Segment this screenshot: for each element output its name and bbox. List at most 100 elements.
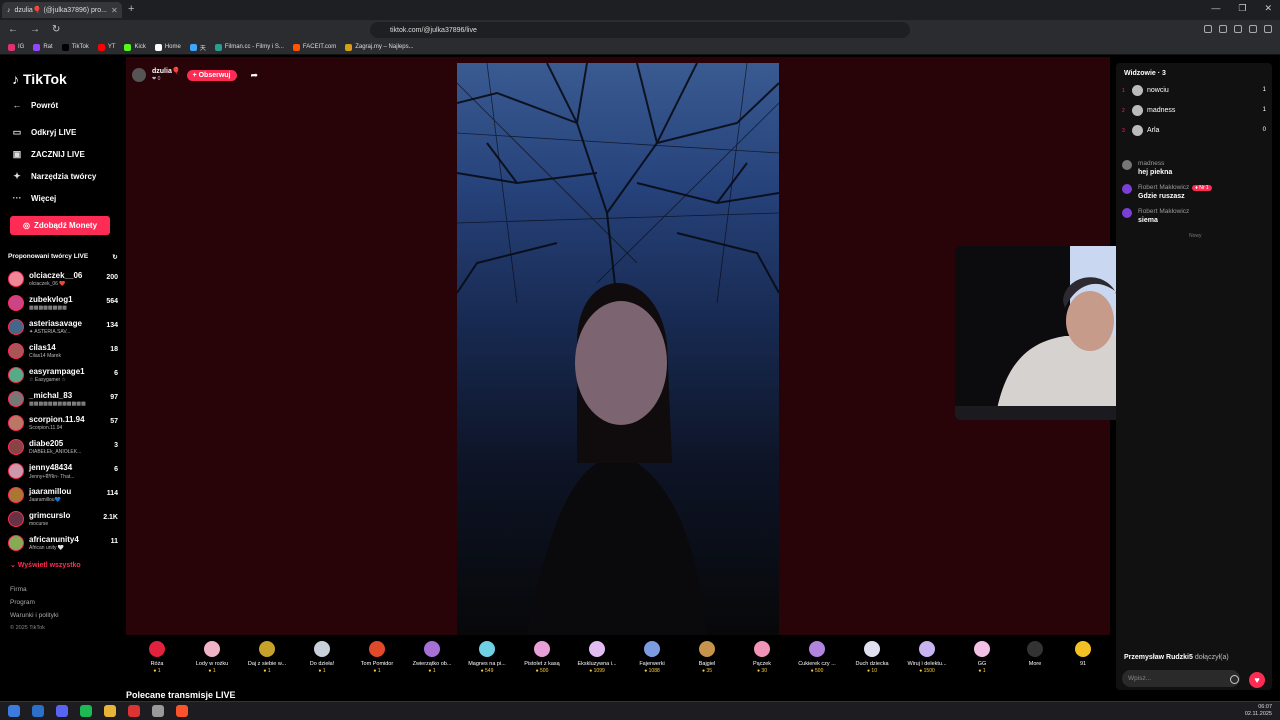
rank-badge: ♦ Nr 1	[1192, 185, 1212, 191]
gift-item[interactable]: Róża ● 1	[134, 641, 180, 674]
extension-icon[interactable]	[1234, 25, 1242, 33]
suggested-creator[interactable]: scorpion.11.94 Scorpion.11.94 57	[8, 413, 118, 433]
gift-item[interactable]: Cukierek czy ... ● 500	[794, 641, 840, 674]
sidebar-item-discover-live[interactable]: ▭ Odkryj LIVE	[12, 127, 77, 137]
app-icon[interactable]	[32, 705, 44, 717]
creator-name: grimcurslo	[29, 511, 71, 520]
gift-item[interactable]: Bajgiel ● 35	[684, 641, 730, 674]
bookmark-item[interactable]: Kick	[124, 43, 146, 51]
suggested-creator[interactable]: africanunity4 African unity 🤍 11	[8, 533, 118, 553]
gift-item[interactable]: Duch dziecka ● 10	[849, 641, 895, 674]
creator-name: diabe205	[29, 439, 64, 448]
forward-arrow-icon[interactable]: →	[30, 24, 40, 35]
bookmark-favicon-icon	[189, 43, 197, 51]
browser-tab[interactable]: ♪ dzulia🎈 (@julka37896) pro... ✕	[2, 2, 122, 18]
emoji-icon[interactable]	[1230, 675, 1239, 684]
system-clock[interactable]: 06:07 02.11.2025	[1245, 704, 1272, 718]
viewer-row[interactable]: 3 Arla 0	[1122, 125, 1268, 141]
like-heart-button[interactable]: ♥	[1249, 672, 1265, 688]
bookmark-item[interactable]: IG	[8, 43, 24, 51]
suggested-creator[interactable]: jenny48434 Jenny+จีกิจิก- That... 6	[8, 461, 118, 481]
gift-item[interactable]: Pistolet z kasą ● 500	[519, 641, 565, 674]
more-gifts-button[interactable]: More	[1012, 641, 1058, 667]
suggested-creator[interactable]: zubekvlog1 ▩▩▩▩▩▩▩▩ 564	[8, 293, 118, 313]
minimize-icon[interactable]: —	[1211, 3, 1220, 14]
suggested-creator[interactable]: diabe205 DIABEŁEk_ANIOŁEK... 3	[8, 437, 118, 457]
bookmark-item[interactable]: TikTok	[61, 43, 89, 51]
bookmark-item[interactable]: Home	[154, 43, 181, 51]
coin-balance[interactable]: 91	[1060, 641, 1106, 667]
viewer-count: 1	[1262, 87, 1266, 93]
viewer-row[interactable]: 2 madness 1	[1122, 105, 1268, 121]
footer-link-company[interactable]: Firma	[10, 586, 27, 593]
tiktok-logo[interactable]: ♪ TikTok	[12, 71, 67, 87]
close-tab-icon[interactable]: ✕	[111, 6, 118, 15]
brave-icon[interactable]	[176, 705, 188, 717]
gift-item[interactable]: Wiruj i delektu... ● 1500	[904, 641, 950, 674]
gift-item[interactable]: Tom Pomidor ● 1	[354, 641, 400, 674]
suggested-creator[interactable]: jaaramillou Jaaramillou💙 114	[8, 485, 118, 505]
back-arrow-icon[interactable]: ←	[8, 24, 18, 35]
creator-avatar	[8, 391, 24, 407]
chrome-icon[interactable]	[104, 705, 116, 717]
gift-item[interactable]: Lody w rożku ● 1	[189, 641, 235, 674]
app-icon[interactable]	[152, 705, 164, 717]
extension-icon[interactable]	[1249, 25, 1257, 33]
footer-link-terms[interactable]: Warunki i polityki	[10, 612, 59, 619]
gift-item[interactable]: Magnes na pi... ● 549	[464, 641, 510, 674]
streamer-name[interactable]: dzulia🎈	[152, 68, 181, 76]
maximize-icon[interactable]: ❐	[1238, 3, 1246, 14]
app-icon[interactable]	[128, 705, 140, 717]
close-window-icon[interactable]: ✕	[1264, 3, 1272, 14]
new-tab-icon[interactable]: +	[128, 3, 134, 15]
gift-item[interactable]: Pączek ● 30	[739, 641, 785, 674]
suggested-creator[interactable]: _michal_83 ▩▩▩▩▩▩▩▩▩▩▩▩ 97	[8, 389, 118, 409]
gift-item[interactable]: Daj z siebie w... ● 1	[244, 641, 290, 674]
reload-icon[interactable]: ↻	[52, 24, 60, 35]
windows-start-icon[interactable]	[8, 705, 20, 717]
bookmark-item[interactable]: Zagraj.my – Najleps...	[345, 43, 414, 51]
bookmark-favicon-icon	[214, 43, 222, 51]
sidebar-item-creator-tools[interactable]: ✦ Narzędzia twórcy	[12, 171, 96, 181]
url-field[interactable]: tiktok.com/@julka37896/live	[370, 22, 910, 38]
suggested-creator[interactable]: grimcurslo mocurse 2.1K	[8, 509, 118, 529]
gift-item[interactable]: Zwierzątko ob... ● 1	[409, 641, 455, 674]
footer-link-program[interactable]: Program	[10, 599, 35, 606]
suggested-creator[interactable]: asteriasavage ✦ ASTERIA.SAV... 134	[8, 317, 118, 337]
spotify-icon[interactable]	[80, 705, 92, 717]
discord-icon[interactable]	[56, 705, 68, 717]
creator-avatar	[8, 439, 24, 455]
back-link[interactable]: ← Powrót	[12, 100, 59, 110]
follow-button[interactable]: + Obserwuj	[186, 69, 237, 81]
bookmark-item[interactable]: FACEIT.com	[292, 43, 336, 51]
streamer-avatar[interactable]	[132, 68, 146, 82]
gift-item[interactable]: Ekskluzywna i... ● 1099	[574, 641, 620, 674]
get-coins-button[interactable]: ◎ Zdobądź Monety	[10, 216, 110, 235]
bookmark-item[interactable]: 天	[189, 43, 206, 52]
share-icon[interactable]: ➦	[251, 70, 259, 81]
sidebar-item-go-live[interactable]: ▣ ZACZNIJ LIVE	[12, 149, 85, 159]
bookmark-item[interactable]: Rat	[33, 43, 53, 51]
suggested-creator[interactable]: cilas14 Cilas14 Marek 18	[8, 341, 118, 361]
chat-input[interactable]: Wpisz...	[1122, 670, 1240, 687]
gift-item[interactable]: Do dzieła! ● 1	[299, 641, 345, 674]
bookmark-item[interactable]: YT	[97, 43, 115, 51]
sidebar-item-more[interactable]: ··· Więcej	[12, 193, 57, 203]
message-username[interactable]: madness	[1138, 160, 1164, 167]
bookmark-item[interactable]: Filman.cc - Filmy i S...	[214, 43, 284, 51]
refresh-icon[interactable]: ↻	[112, 253, 117, 261]
live-video[interactable]	[457, 63, 779, 635]
menu-icon[interactable]	[1264, 25, 1272, 33]
gift-item[interactable]: GG ● 1	[959, 641, 1005, 674]
message-username[interactable]: Robert Makłowicz ♦ Nr 1	[1138, 184, 1212, 191]
suggested-creator[interactable]: olciaczek__06 olciaczek_06 ❤️ 200	[8, 269, 118, 289]
tiktok-note-icon: ♪	[12, 71, 19, 87]
show-all-link[interactable]: ⌄ Wyświetl wszystko	[10, 561, 81, 569]
extension-icon[interactable]	[1219, 25, 1227, 33]
gift-item[interactable]: Fajerwerki ● 1088	[629, 641, 675, 674]
message-username[interactable]: Robert Makłowicz	[1138, 208, 1189, 215]
creator-viewer-count: 2.1K	[103, 514, 118, 521]
suggested-creator[interactable]: easyrampage1 ☆ Easygamer ☆ 6	[8, 365, 118, 385]
extension-icon[interactable]	[1204, 25, 1212, 33]
viewer-row[interactable]: 1 nowciu 1	[1122, 85, 1268, 101]
